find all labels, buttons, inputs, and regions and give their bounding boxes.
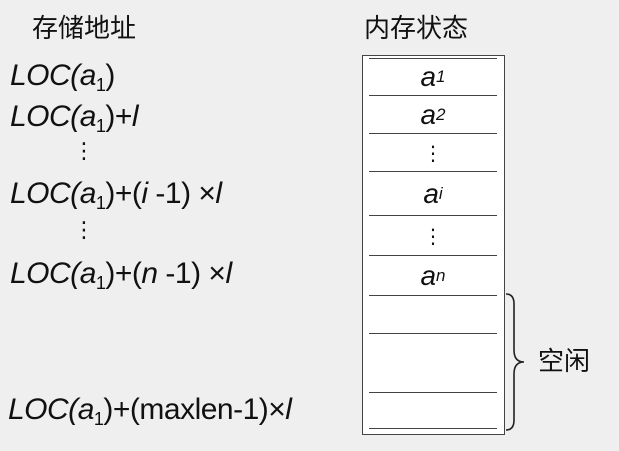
a-subscript: 1 <box>95 75 106 95</box>
cell-base: a <box>420 98 437 130</box>
expr-suffix: ) <box>105 59 115 92</box>
l-symbol: l <box>215 177 222 210</box>
l-symbol: l <box>225 257 232 290</box>
a-symbol: a <box>79 257 97 290</box>
memory-column-heading: 内存状态 <box>364 14 469 44</box>
l-symbol: l <box>285 393 292 426</box>
memory-cell-free-last <box>369 393 497 429</box>
expr-mid: )+( <box>105 177 142 210</box>
address-row-n: LOC(a1)+(n -1) ×l <box>10 257 232 300</box>
expr-mid: )+( <box>105 257 142 290</box>
address-vdots-1: ⋮ <box>73 139 95 164</box>
cell-base: a <box>420 259 437 291</box>
memory-cell-free-1 <box>369 296 497 334</box>
memory-cell-a1: a1 <box>369 58 497 96</box>
expr-suffix: -1) × <box>147 177 216 210</box>
loc-text: LOC( <box>10 100 80 133</box>
loc-text: LOC( <box>8 393 78 426</box>
memory-cell-an: an <box>369 256 497 296</box>
address-row-2: LOC(a1)+l <box>10 100 139 143</box>
loc-text: LOC( <box>10 257 80 290</box>
cell-base: a <box>420 61 437 92</box>
memory-cell-ellipsis-2: ⋮ <box>369 216 497 256</box>
address-vdots-2: ⋮ <box>73 218 95 243</box>
memory-cell-free-2 <box>369 334 497 393</box>
cell-subscript: 1 <box>436 67 446 86</box>
loc-text: LOC( <box>10 177 80 210</box>
a-symbol: a <box>79 59 97 92</box>
address-column-heading: 存储地址 <box>32 14 137 44</box>
cell-subscript: 2 <box>436 104 446 124</box>
expr-suffix: -1) × <box>157 257 226 290</box>
cell-subscript: n <box>436 265 446 285</box>
cell-base: a <box>423 177 439 209</box>
memory-cell-ai: ai <box>369 172 497 216</box>
a-subscript: 1 <box>93 409 104 429</box>
address-row-i: LOC(a1)+(i -1) ×l <box>10 177 222 220</box>
cell-vdots: ⋮ <box>423 223 443 248</box>
expr-suffix: )+ <box>105 100 132 133</box>
expr-suffix: )+(maxlen-1)× <box>103 393 286 426</box>
address-row-maxlen: LOC(a1)+(maxlen-1)×l <box>8 393 292 436</box>
free-space-label: 空闲 <box>538 347 591 377</box>
a-symbol: a <box>77 393 95 426</box>
n-symbol: n <box>141 257 158 290</box>
l-symbol: l <box>131 100 139 133</box>
memory-cell-a2: a2 <box>369 96 497 134</box>
cell-vdots: ⋮ <box>423 140 443 165</box>
a-symbol: a <box>79 100 97 133</box>
free-region-brace-icon <box>505 293 525 431</box>
a-subscript: 1 <box>95 273 106 293</box>
cell-subscript: i <box>438 183 443 203</box>
a-subscript: 1 <box>95 116 106 136</box>
memory-cell-ellipsis-1: ⋮ <box>369 134 497 172</box>
a-symbol: a <box>79 177 97 210</box>
loc-text: LOC( <box>10 59 80 92</box>
a-subscript: 1 <box>95 193 106 213</box>
address-row-1: LOC(a1) <box>10 59 115 102</box>
